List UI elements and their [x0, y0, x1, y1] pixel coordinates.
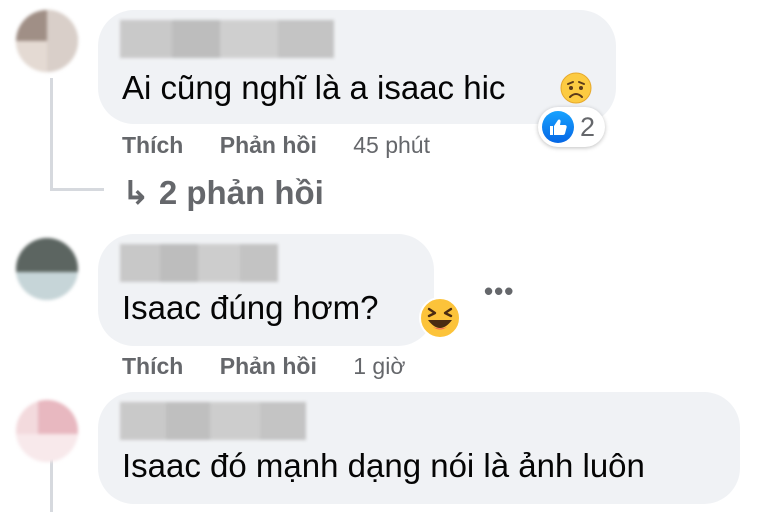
- view-replies-link[interactable]: ↳ 2 phản hồi: [122, 173, 324, 213]
- reply-button[interactable]: Phản hồi: [220, 353, 317, 379]
- like-button[interactable]: Thích: [122, 353, 183, 379]
- comment-actions: Thích Phản hồi 1 giờ: [122, 352, 405, 380]
- comment-actions: Thích Phản hồi 45 phút: [122, 131, 430, 159]
- reaction-count: 2: [580, 111, 596, 142]
- comment-timestamp[interactable]: 45 phút: [353, 132, 430, 158]
- comment-text: Isaac đúng hơm?: [122, 289, 379, 326]
- thread-line-elbow: [50, 188, 104, 191]
- avatar[interactable]: [16, 10, 78, 72]
- laughing-face-icon: [419, 297, 461, 339]
- thread-line: [50, 78, 53, 190]
- comment-text: Isaac đó mạnh dạng nói là ảnh luôn: [122, 447, 645, 484]
- comment-bubble: Isaac đó mạnh dạng nói là ảnh luôn: [98, 392, 740, 504]
- comment-bubble: Isaac đúng hơm?: [98, 234, 434, 346]
- author-name-redacted[interactable]: [120, 20, 334, 58]
- reply-button[interactable]: Phản hồi: [220, 132, 317, 158]
- worried-face-icon: [560, 72, 592, 104]
- author-name-redacted[interactable]: [120, 244, 278, 282]
- comment-bubble: Ai cũng nghĩ là a isaac hic: [98, 10, 616, 124]
- avatar[interactable]: [16, 238, 78, 300]
- comment-timestamp[interactable]: 1 giờ: [353, 353, 405, 379]
- author-name-redacted[interactable]: [120, 402, 306, 440]
- like-button[interactable]: Thích: [122, 132, 183, 158]
- more-options-button[interactable]: •••: [484, 276, 514, 307]
- avatar[interactable]: [16, 400, 78, 462]
- like-reaction-icon: [542, 111, 574, 143]
- comment-text: Ai cũng nghĩ là a isaac hic: [122, 69, 506, 106]
- reaction-summary[interactable]: 2: [538, 107, 606, 147]
